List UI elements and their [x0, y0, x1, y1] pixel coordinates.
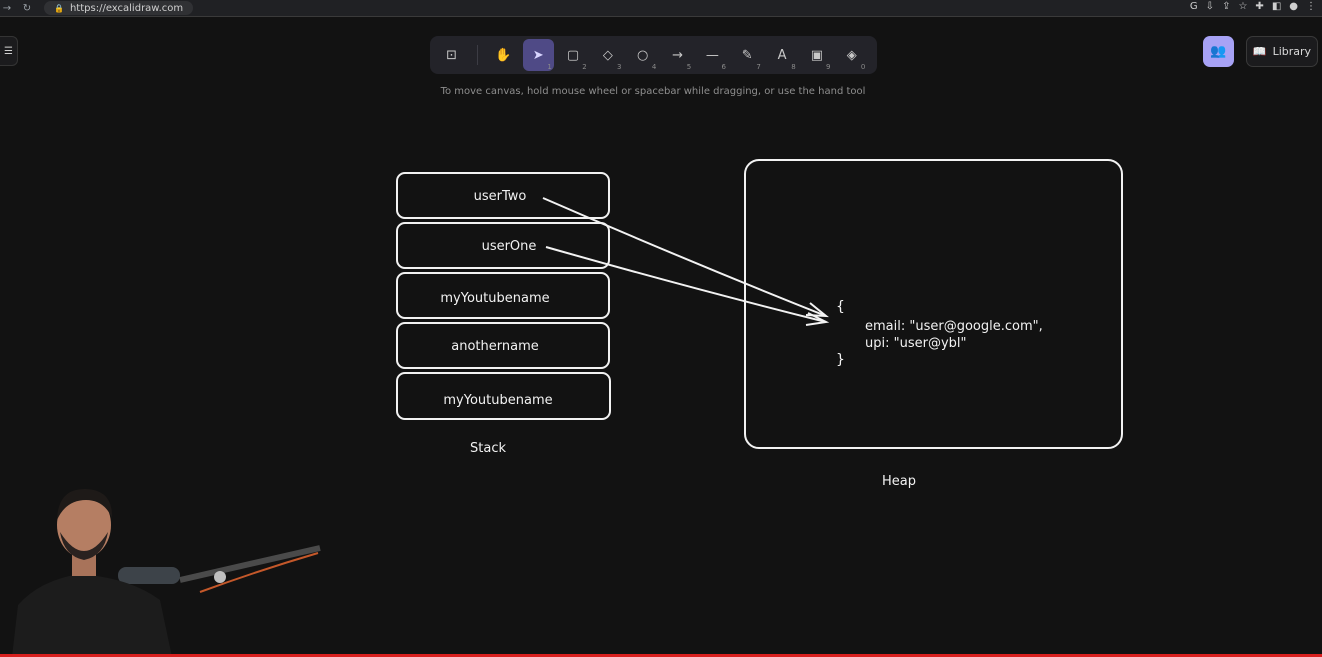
browser-actions: G ⇩ ⇪ ☆ ✚ ◧ ● ⋮ [1190, 1, 1316, 12]
forward-icon[interactable]: → [0, 3, 14, 14]
stack-label: Stack [470, 441, 506, 456]
heap-label: Heap [882, 474, 916, 489]
heap-open-brace: { [836, 299, 845, 315]
heap-box[interactable] [744, 159, 1123, 449]
stack-item-label: userTwo [474, 189, 527, 204]
stack-item-label: userOne [482, 239, 537, 254]
sidepanel-icon[interactable]: ◧ [1272, 1, 1281, 12]
heap-close-brace: } [836, 352, 845, 368]
share-icon[interactable]: ⇪ [1222, 1, 1230, 12]
heap-upi-line: upi: "user@ybl" [865, 336, 967, 351]
google-icon[interactable]: G [1190, 1, 1198, 12]
stack-item-label: myYoutubename [443, 393, 552, 408]
arrow-userTwo-to-heap[interactable] [542, 197, 827, 317]
address-text: https://excalidraw.com [69, 2, 184, 14]
webcam-overlay [12, 488, 321, 657]
microphone [118, 567, 180, 584]
extension-icon[interactable]: ✚ [1255, 1, 1263, 12]
star-icon[interactable]: ☆ [1238, 1, 1247, 12]
stack-item-label: myYoutubename [440, 291, 549, 306]
lock-icon: 🔒 [54, 3, 64, 13]
stack-item-label: anothername [451, 339, 538, 354]
install-icon[interactable]: ⇩ [1206, 1, 1214, 12]
browser-bar: → ↻ 🔒 https://excalidraw.com G ⇩ ⇪ ☆ ✚ ◧… [0, 0, 1322, 16]
mic-joint [214, 571, 226, 583]
reload-icon[interactable]: ↻ [20, 3, 34, 14]
more-icon[interactable]: ⋮ [1306, 1, 1316, 12]
profile-avatar[interactable]: ● [1289, 1, 1298, 12]
heap-email-line: email: "user@google.com", [865, 319, 1043, 334]
address-bar[interactable]: 🔒 https://excalidraw.com [44, 1, 194, 15]
person-body [12, 574, 172, 657]
